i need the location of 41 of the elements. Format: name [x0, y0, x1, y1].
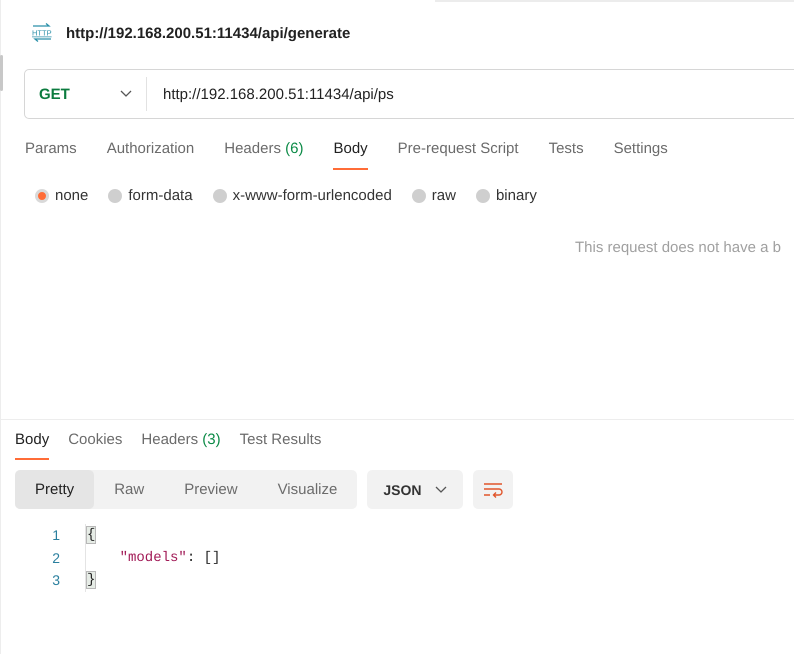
- method-dropdown[interactable]: GET: [25, 77, 147, 111]
- wrap-lines-button[interactable]: [473, 470, 514, 509]
- tab[interactable]: Pre-request Script: [398, 140, 519, 170]
- radio-icon[interactable]: [108, 188, 122, 202]
- tab[interactable]: Cookies: [68, 431, 122, 460]
- line-number: 2: [51, 550, 60, 566]
- body-type-option[interactable]: form-data: [108, 187, 193, 204]
- tab[interactable]: Headers (3): [141, 431, 221, 460]
- chevron-down-icon: [120, 90, 132, 98]
- tab[interactable]: Body: [15, 431, 50, 460]
- body-type-option[interactable]: none: [35, 187, 88, 204]
- body-type-option[interactable]: binary: [476, 187, 537, 204]
- format-dropdown[interactable]: JSON: [367, 470, 464, 509]
- view-mode-button[interactable]: Pretty: [15, 470, 94, 509]
- view-mode-button[interactable]: Preview: [164, 470, 258, 509]
- chevron-down-icon: [435, 486, 448, 494]
- radio-icon[interactable]: [412, 188, 426, 202]
- wrap-icon: [483, 482, 504, 498]
- body-type-option[interactable]: x-www-form-urlencoded: [212, 187, 392, 204]
- url-field[interactable]: http://192.168.200.51:11434/api/ps: [147, 86, 394, 102]
- tab[interactable]: Body: [333, 140, 368, 170]
- radio-icon[interactable]: [212, 188, 227, 202]
- empty-body-message: This request does not have a b: [575, 239, 782, 256]
- bracket-highlight: {: [86, 526, 96, 544]
- json-key: "models": [120, 550, 187, 566]
- tab[interactable]: Params: [25, 140, 77, 170]
- view-mode-button[interactable]: Raw: [94, 470, 164, 509]
- radio-icon[interactable]: [476, 188, 490, 202]
- tab[interactable]: Test Results: [240, 431, 322, 460]
- tab[interactable]: Headers (6): [224, 140, 304, 170]
- line-number: 3: [51, 572, 60, 588]
- tab[interactable]: Settings: [614, 140, 668, 170]
- body-type-option[interactable]: raw: [412, 187, 456, 204]
- json-value: : []: [186, 550, 220, 566]
- radio-icon[interactable]: [35, 188, 49, 202]
- view-mode-button[interactable]: Visualize: [258, 470, 358, 509]
- request-title: http://192.168.200.51:11434/api/generate: [66, 24, 350, 42]
- line-number: 1: [51, 527, 60, 544]
- tab[interactable]: Tests: [548, 140, 584, 170]
- bracket-highlight: }: [86, 571, 96, 590]
- tab[interactable]: Authorization: [106, 140, 194, 170]
